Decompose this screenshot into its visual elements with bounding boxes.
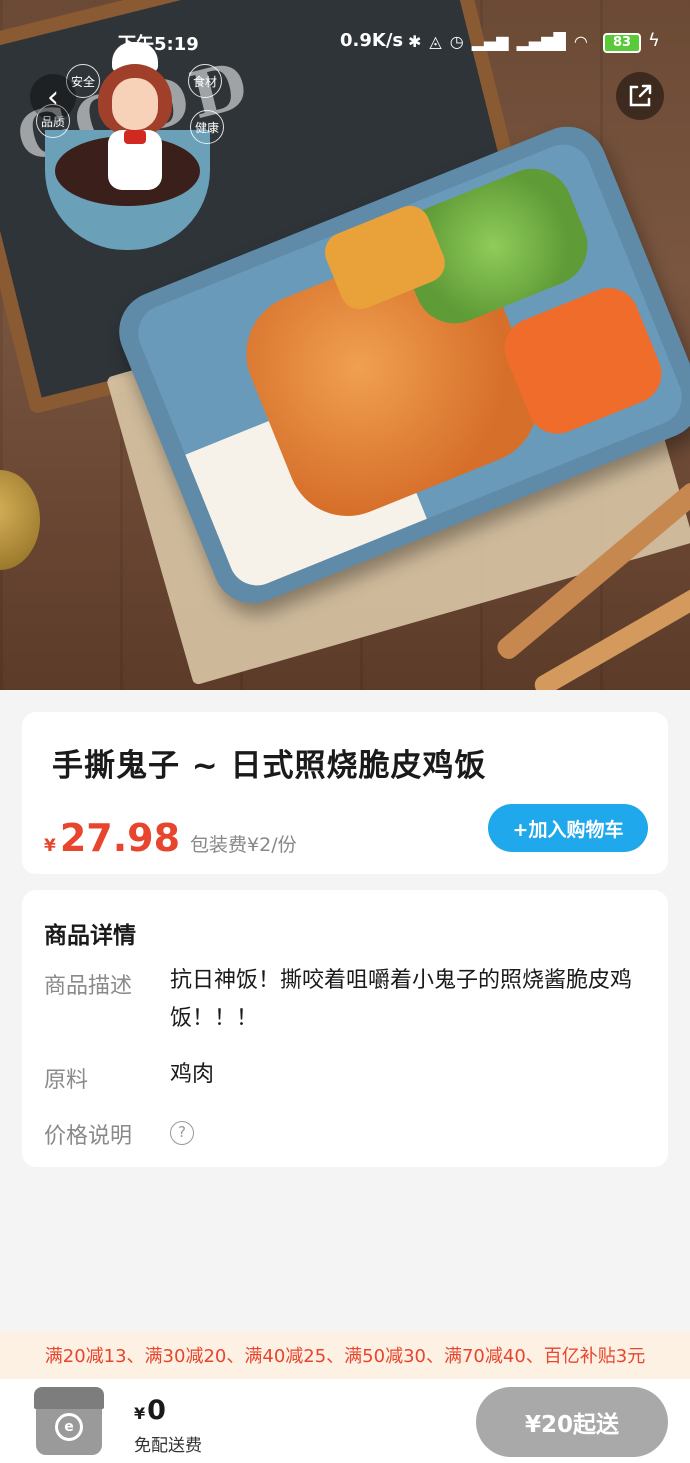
chef-face <box>112 78 158 130</box>
total-currency: ¥ <box>134 1404 146 1423</box>
delivery-fee-label: 免配送费 <box>134 1436 202 1456</box>
charging-icon: ϟ <box>648 30 660 51</box>
details-title: 商品详情 <box>44 923 136 949</box>
chevron-left-icon: ‹ <box>47 79 59 115</box>
product-hero-image: GOOD 品质 食材 健康 安全 <box>0 0 690 690</box>
detail-value: 抗日神饭！撕咬着咀嚼着小鬼子的照烧酱脆皮鸡饭！！！ <box>170 968 633 1031</box>
status-icons: ✱ ◬ ◷ ▂▄▆ ▂▄▆█ ◠ <box>408 32 588 51</box>
battery-icon: 83 <box>603 33 641 53</box>
detail-label: 原料 <box>44 1068 89 1093</box>
bluetooth-icon: ✱ <box>408 32 422 51</box>
product-info-card: 手撕鬼子 ~ 日式照烧脆皮鸡饭 ¥ 27.98 包装费¥2/份 +加入购物车 <box>22 712 668 874</box>
checkout-button[interactable]: ¥20起送 <box>476 1387 668 1457</box>
network-speed: 0.9K/s <box>340 30 404 51</box>
product-price: 27.98 <box>59 816 181 860</box>
back-button[interactable]: ‹ <box>30 74 76 120</box>
signal-hd-icon: ▂▄▆█ <box>516 32 566 51</box>
price-row: ¥ 27.98 包装费¥2/份 <box>44 816 297 860</box>
badge-tag-ingredients: 食材 <box>188 64 222 98</box>
packaging-fee: 包装费¥2/份 <box>190 834 297 856</box>
status-bar: 下午5:19 0.9K/s ✱ ◬ ◷ ▂▄▆ ▂▄▆█ ◠ 83 ϟ <box>0 28 690 58</box>
detail-value: 鸡肉 <box>170 1062 215 1087</box>
detail-label: 价格说明 <box>44 1124 133 1149</box>
product-details-card: 商品详情 商品描述 抗日神饭！撕咬着咀嚼着小鬼子的照烧酱脆皮鸡饭！！！ 原料 鸡… <box>22 890 668 1167</box>
detail-label: 商品描述 <box>44 974 133 999</box>
chef-mascot <box>90 42 180 192</box>
detail-row-price-note: 价格说明 ? <box>44 1118 644 1152</box>
badge-tag-health: 健康 <box>190 110 224 144</box>
alarm-icon: ◷ <box>449 32 464 51</box>
cart-box-icon[interactable]: e <box>32 1387 106 1457</box>
mute-icon: ◬ <box>429 32 442 51</box>
status-time: 下午5:19 <box>118 34 199 55</box>
detail-row-ingredients: 原料 鸡肉 <box>44 1062 644 1096</box>
price-currency: ¥ <box>44 836 56 856</box>
chef-scarf <box>124 130 146 144</box>
cart-logo-icon: e <box>55 1413 83 1441</box>
detail-row-description: 商品描述 抗日神饭！撕咬着咀嚼着小鬼子的照烧酱脆皮鸡饭！！！ <box>44 968 644 1048</box>
signal-icon: ▂▄▆ <box>471 32 509 51</box>
promotion-bar: 满20减13、满30减20、满40减25、满50减30、满70减40、百亿补贴3… <box>0 1331 690 1379</box>
help-question-icon[interactable]: ? <box>170 1121 194 1145</box>
wifi-icon: ◠ <box>573 32 588 51</box>
product-name: 手撕鬼子 ~ 日式照烧脆皮鸡饭 <box>52 748 487 784</box>
share-icon <box>629 84 652 107</box>
share-button[interactable] <box>616 72 664 120</box>
total-amount: 0 <box>147 1395 166 1426</box>
bottom-cart-bar: e ¥ 0 免配送费 ¥20起送 <box>0 1379 690 1463</box>
cart-total: ¥ 0 <box>134 1395 166 1426</box>
add-to-cart-button[interactable]: +加入购物车 <box>488 804 648 852</box>
cart-box-lid <box>34 1387 104 1409</box>
